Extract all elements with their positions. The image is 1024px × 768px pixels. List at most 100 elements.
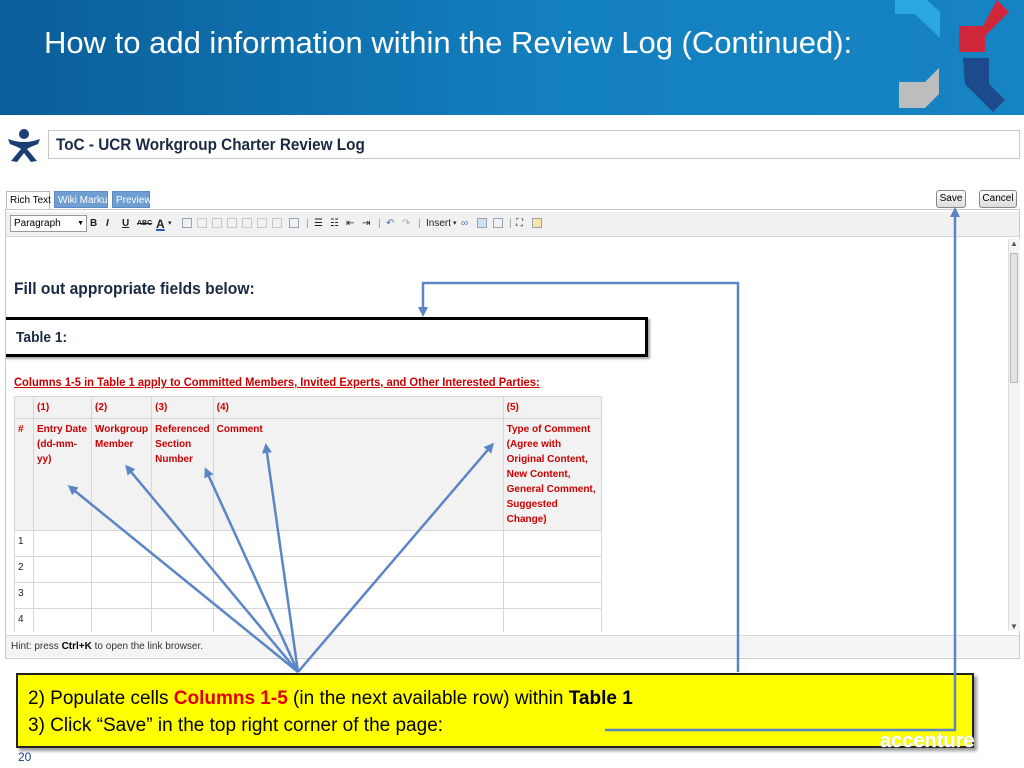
- table-cell[interactable]: (3): [151, 396, 214, 419]
- toolbar-separator: |: [509, 218, 512, 229]
- text-color-icon[interactable]: A: [156, 216, 165, 232]
- table-cell[interactable]: [151, 556, 214, 583]
- redo-icon[interactable]: ↷: [402, 216, 410, 232]
- table-cell[interactable]: [33, 582, 92, 609]
- table-cell[interactable]: [151, 582, 214, 609]
- toolbar-separator: |: [378, 218, 381, 229]
- chevron-down-icon[interactable]: ▾: [453, 216, 457, 232]
- table-insert-col-icon[interactable]: [227, 218, 237, 228]
- table-split-icon[interactable]: [272, 218, 282, 228]
- table-cell[interactable]: [33, 530, 92, 557]
- table-header-cell[interactable]: Type of Comment (Agree with Original Con…: [502, 418, 602, 531]
- toolbar-separator: |: [418, 218, 421, 229]
- table-cell[interactable]: [90, 608, 153, 632]
- step-2-table: Table 1: [568, 688, 633, 709]
- underline-icon[interactable]: U: [122, 216, 129, 232]
- bullet-list-icon[interactable]: ☰: [314, 216, 323, 232]
- paragraph-format-value: Paragraph: [14, 218, 61, 229]
- tab-preview[interactable]: Preview: [112, 191, 152, 208]
- row-number[interactable]: 4: [14, 608, 34, 632]
- table-row: 3: [14, 582, 602, 609]
- table-cell[interactable]: [33, 608, 92, 632]
- table-cell[interactable]: [33, 556, 92, 583]
- table-merge-icon[interactable]: [257, 218, 267, 228]
- table-row: 4: [14, 608, 602, 632]
- editor-content[interactable]: Fill out appropriate fields below: Table…: [6, 237, 1006, 632]
- insert-menu[interactable]: Insert: [426, 216, 451, 232]
- numbered-list-icon[interactable]: ☷: [330, 216, 339, 232]
- table-icon[interactable]: [289, 218, 299, 228]
- table-cell[interactable]: (1): [33, 396, 92, 419]
- scroll-down-icon[interactable]: ▼: [1010, 622, 1018, 631]
- content-heading: Fill out appropriate fields below:: [14, 279, 255, 298]
- table-cell[interactable]: (5): [502, 396, 602, 419]
- outdent-icon[interactable]: ⇤: [346, 216, 354, 232]
- columns-note: Columns 1-5 in Table 1 apply to Committe…: [14, 375, 540, 389]
- table-cell[interactable]: [502, 530, 602, 557]
- tab-rich-text[interactable]: Rich Text: [6, 191, 51, 210]
- row-number[interactable]: 3: [14, 582, 34, 609]
- undo-icon[interactable]: ↶: [386, 216, 394, 232]
- row-number[interactable]: 1: [14, 530, 34, 557]
- table-cell[interactable]: [212, 608, 504, 632]
- table-header-cell[interactable]: Entry Date (dd-mm-yy): [33, 418, 92, 531]
- chevron-down-icon: ▼: [77, 220, 84, 227]
- table-delete-col-icon[interactable]: [242, 218, 252, 228]
- table-cell[interactable]: [212, 556, 504, 583]
- table-header-cell[interactable]: Workgroup Member: [90, 418, 153, 531]
- slide-header: How to add information within the Review…: [0, 0, 1024, 115]
- fullscreen-icon[interactable]: ⛶: [516, 216, 523, 232]
- save-button[interactable]: Save: [936, 190, 966, 208]
- macro-icon[interactable]: [493, 218, 503, 228]
- table-cell[interactable]: [502, 582, 602, 609]
- row-number[interactable]: 2: [14, 556, 34, 583]
- table-row: 2: [14, 556, 602, 583]
- table-cell[interactable]: [151, 530, 214, 557]
- table-cell[interactable]: [151, 608, 214, 632]
- image-icon[interactable]: [477, 218, 487, 228]
- hint-suffix: to open the link browser.: [91, 641, 204, 652]
- table-cell[interactable]: (4): [212, 396, 504, 419]
- table-cell[interactable]: (2): [90, 396, 153, 419]
- brand-watermark: accenture: [880, 730, 975, 752]
- strikethrough-icon[interactable]: ABC: [137, 216, 152, 232]
- step-2-columns: Columns 1-5: [173, 688, 288, 709]
- table-cell[interactable]: [90, 556, 153, 583]
- table-column-number-row: (1) (2) (3) (4) (5): [14, 396, 602, 419]
- review-log-table[interactable]: (1) (2) (3) (4) (5) # Entry Date (dd-mm-…: [14, 396, 602, 632]
- tab-wiki-markup[interactable]: Wiki Markup: [54, 191, 113, 208]
- table-cell[interactable]: [90, 530, 153, 557]
- instruction-step-2: 2) Populate cells Columns 1-5 (in the ne…: [28, 685, 972, 712]
- toolbar-separator: |: [306, 218, 309, 229]
- slide-title: How to add information within the Review…: [44, 25, 853, 60]
- bold-icon[interactable]: B: [90, 216, 97, 232]
- chevron-down-icon[interactable]: ▾: [168, 216, 172, 232]
- table-cell[interactable]: [212, 582, 504, 609]
- italic-icon[interactable]: I: [106, 216, 109, 232]
- table-cell[interactable]: [90, 582, 153, 609]
- table-header-cell[interactable]: #: [14, 418, 34, 531]
- table-cell[interactable]: [502, 608, 602, 632]
- table-1-label: Table 1:: [16, 329, 68, 346]
- cancel-button[interactable]: Cancel: [979, 190, 1017, 208]
- brand-arrows-logo: [895, 0, 1009, 112]
- table-header-cell[interactable]: Referenced Section Number: [151, 418, 214, 531]
- page-title-field[interactable]: ToC - UCR Workgroup Charter Review Log: [48, 130, 1020, 159]
- table-delete-row-icon[interactable]: [212, 218, 222, 228]
- table-1-highlight: Table 1:: [6, 317, 648, 357]
- paste-icon[interactable]: [182, 218, 192, 228]
- link-icon[interactable]: ∞: [461, 216, 468, 232]
- help-icon[interactable]: [532, 218, 542, 228]
- indent-icon[interactable]: ⇥: [362, 216, 370, 232]
- confluence-logo-icon[interactable]: [5, 127, 43, 163]
- table-header-cell[interactable]: Comment: [212, 418, 504, 531]
- instruction-callout: 2) Populate cells Columns 1-5 (in the ne…: [16, 673, 974, 748]
- table-cell[interactable]: [212, 530, 504, 557]
- table-insert-row-icon[interactable]: [197, 218, 207, 228]
- paragraph-format-select[interactable]: Paragraph ▼: [10, 215, 87, 232]
- table-cell[interactable]: [14, 396, 34, 419]
- scrollbar-thumb[interactable]: [1010, 253, 1018, 383]
- editor-scrollbar[interactable]: ▲ ▼: [1008, 239, 1020, 631]
- scroll-up-icon[interactable]: ▲: [1010, 239, 1018, 248]
- table-cell[interactable]: [502, 556, 602, 583]
